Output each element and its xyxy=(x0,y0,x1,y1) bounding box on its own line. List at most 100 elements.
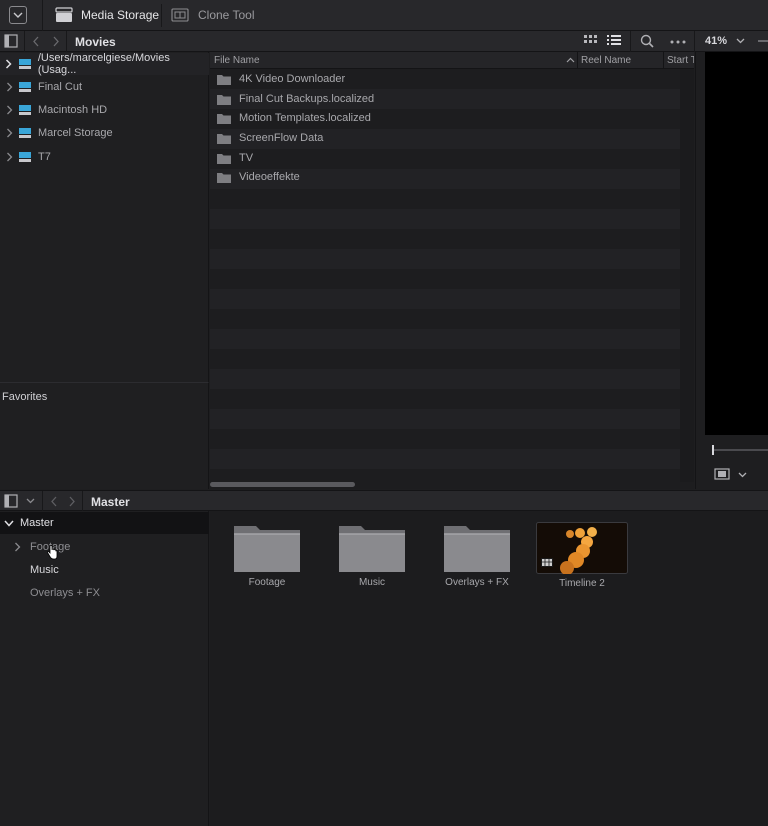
bin-item-label: Music xyxy=(358,577,386,588)
file-row-motion-templates[interactable]: Motion Templates.localized xyxy=(210,108,694,128)
chevron-up-icon xyxy=(566,57,575,63)
tab-media-storage[interactable]: Media Storage xyxy=(55,6,159,24)
scrubber-bar[interactable] xyxy=(712,449,768,451)
chevron-down-icon xyxy=(13,12,23,18)
row-stripe xyxy=(210,229,694,249)
tab-media-storage-label: Media Storage xyxy=(81,8,160,22)
chevron-down-icon xyxy=(4,520,14,527)
file-row-screenflow-data[interactable]: ScreenFlow Data xyxy=(210,128,694,148)
file-row-final-cut-backups[interactable]: Final Cut Backups.localized xyxy=(210,89,694,109)
toggle-sidebar-button[interactable] xyxy=(4,34,18,48)
clip-format-dropdown[interactable] xyxy=(738,472,747,478)
drive-icon xyxy=(19,82,31,92)
tree-item-final-cut[interactable]: Final Cut xyxy=(0,76,209,98)
tab-clone-tool[interactable]: Clone Tool xyxy=(171,6,254,24)
clone-tool-icon xyxy=(171,8,189,22)
film-icon xyxy=(714,468,730,480)
list-view-button[interactable] xyxy=(607,35,621,47)
more-options-button[interactable] xyxy=(670,40,686,44)
chevron-right-icon xyxy=(6,105,12,115)
media-pool-bar: Master xyxy=(0,490,768,512)
drive-icon xyxy=(19,152,31,162)
chevron-down-icon xyxy=(736,38,745,44)
file-row-4k-video-downloader[interactable]: 4K Video Downloader xyxy=(210,69,694,89)
forward-button[interactable] xyxy=(52,36,60,47)
row-stripe xyxy=(210,209,694,229)
chevron-down-icon xyxy=(26,498,35,504)
tree-item-t7[interactable]: T7 xyxy=(0,146,209,168)
hand-cursor-icon xyxy=(46,545,58,560)
file-list-header: File Name Reel Name Start T xyxy=(210,52,694,69)
grid-view-button[interactable] xyxy=(584,35,598,47)
column-file-name[interactable]: File Name xyxy=(214,55,260,66)
drive-icon xyxy=(19,128,31,138)
column-reel-name[interactable]: Reel Name xyxy=(581,55,631,66)
tree-item-macintosh-hd[interactable]: Macintosh HD xyxy=(0,99,209,121)
folder-icon xyxy=(217,172,231,183)
zoom-level[interactable]: 41% xyxy=(705,35,727,47)
tab-clone-tool-label: Clone Tool xyxy=(198,8,255,22)
folder-icon xyxy=(444,526,510,572)
bin-tree-music[interactable]: Music xyxy=(30,559,59,581)
column-start-tc[interactable]: Start T xyxy=(667,55,694,66)
row-stripe xyxy=(210,449,694,469)
tree-item-label: T7 xyxy=(38,151,51,163)
sidebar-toggle-icon xyxy=(4,494,18,508)
bin-item-label: Overlays + FX xyxy=(445,577,509,588)
sidebar-toggle-icon xyxy=(4,34,18,48)
search-button[interactable] xyxy=(640,34,654,48)
timeline-icon xyxy=(542,559,552,566)
clip-format-button[interactable] xyxy=(714,468,730,480)
bin-back-button[interactable] xyxy=(50,496,58,507)
back-button[interactable] xyxy=(32,36,40,47)
vertical-scrollbar-track[interactable] xyxy=(680,69,694,482)
bin-tree-overlays-label: Overlays + FX xyxy=(30,587,100,599)
file-name: Videoeffekte xyxy=(239,171,300,183)
row-stripe xyxy=(210,429,694,449)
workspace-menu-button[interactable] xyxy=(9,6,27,24)
bin-tree-overlays[interactable]: Overlays + FX xyxy=(30,582,100,604)
toggle-bin-list-button[interactable] xyxy=(4,494,18,508)
file-name: Motion Templates.localized xyxy=(239,112,371,124)
bin-tree-footage[interactable]: Footage xyxy=(0,536,209,558)
horizontal-scrollbar[interactable] xyxy=(210,482,355,487)
timeline-thumbnail xyxy=(536,522,628,574)
favorites-panel: Favorites xyxy=(0,382,209,489)
bin-tree-music-label: Music xyxy=(30,564,59,576)
bin-tree-master[interactable]: Master xyxy=(0,512,209,534)
file-row-videoeffekte[interactable]: Videoeffekte xyxy=(210,167,694,187)
path-bar: Movies 41% xyxy=(0,31,768,52)
row-stripe xyxy=(210,249,694,269)
list-view-icon xyxy=(607,35,621,45)
folder-icon xyxy=(217,153,231,164)
favorites-heading: Favorites xyxy=(2,391,48,403)
bin-folder-music[interactable]: Music xyxy=(325,523,419,588)
folder-icon xyxy=(217,113,231,124)
sort-ascending-button[interactable] xyxy=(566,57,575,63)
bin-tree-master-label: Master xyxy=(20,517,54,529)
bin-folder-footage[interactable]: Footage xyxy=(220,523,314,588)
bin-timeline-2[interactable]: Timeline 2 xyxy=(535,522,629,589)
grid-view-icon xyxy=(584,35,597,43)
row-stripe xyxy=(210,269,694,289)
zoom-dropdown[interactable] xyxy=(736,38,745,44)
tree-item-movies-folder[interactable]: /Users/marcelgiese/Movies (Usag... xyxy=(0,52,209,76)
bin-tree: Master Footage Music Overlays + FX xyxy=(0,511,209,826)
playhead[interactable] xyxy=(712,445,714,455)
tree-item-marcel-storage[interactable]: Marcel Storage xyxy=(0,122,209,144)
top-toolbar: Media Storage Clone Tool xyxy=(0,0,768,31)
chevron-left-icon xyxy=(51,496,57,507)
bin-content: Footage Music Overlays + FX Timeline 2 xyxy=(210,511,768,826)
chevron-right-icon xyxy=(6,82,12,92)
folder-icon xyxy=(217,94,231,105)
row-stripe xyxy=(210,409,694,429)
viewer-panel xyxy=(695,52,768,489)
bin-folder-overlays-fx[interactable]: Overlays + FX xyxy=(430,523,524,588)
bin-item-label: Footage xyxy=(248,577,286,588)
chevron-right-icon xyxy=(69,496,75,507)
bin-forward-button[interactable] xyxy=(68,496,76,507)
chevron-right-icon xyxy=(53,36,59,47)
row-stripe xyxy=(210,189,694,209)
bin-list-dropdown[interactable] xyxy=(26,498,35,504)
file-row-tv[interactable]: TV xyxy=(210,148,694,168)
